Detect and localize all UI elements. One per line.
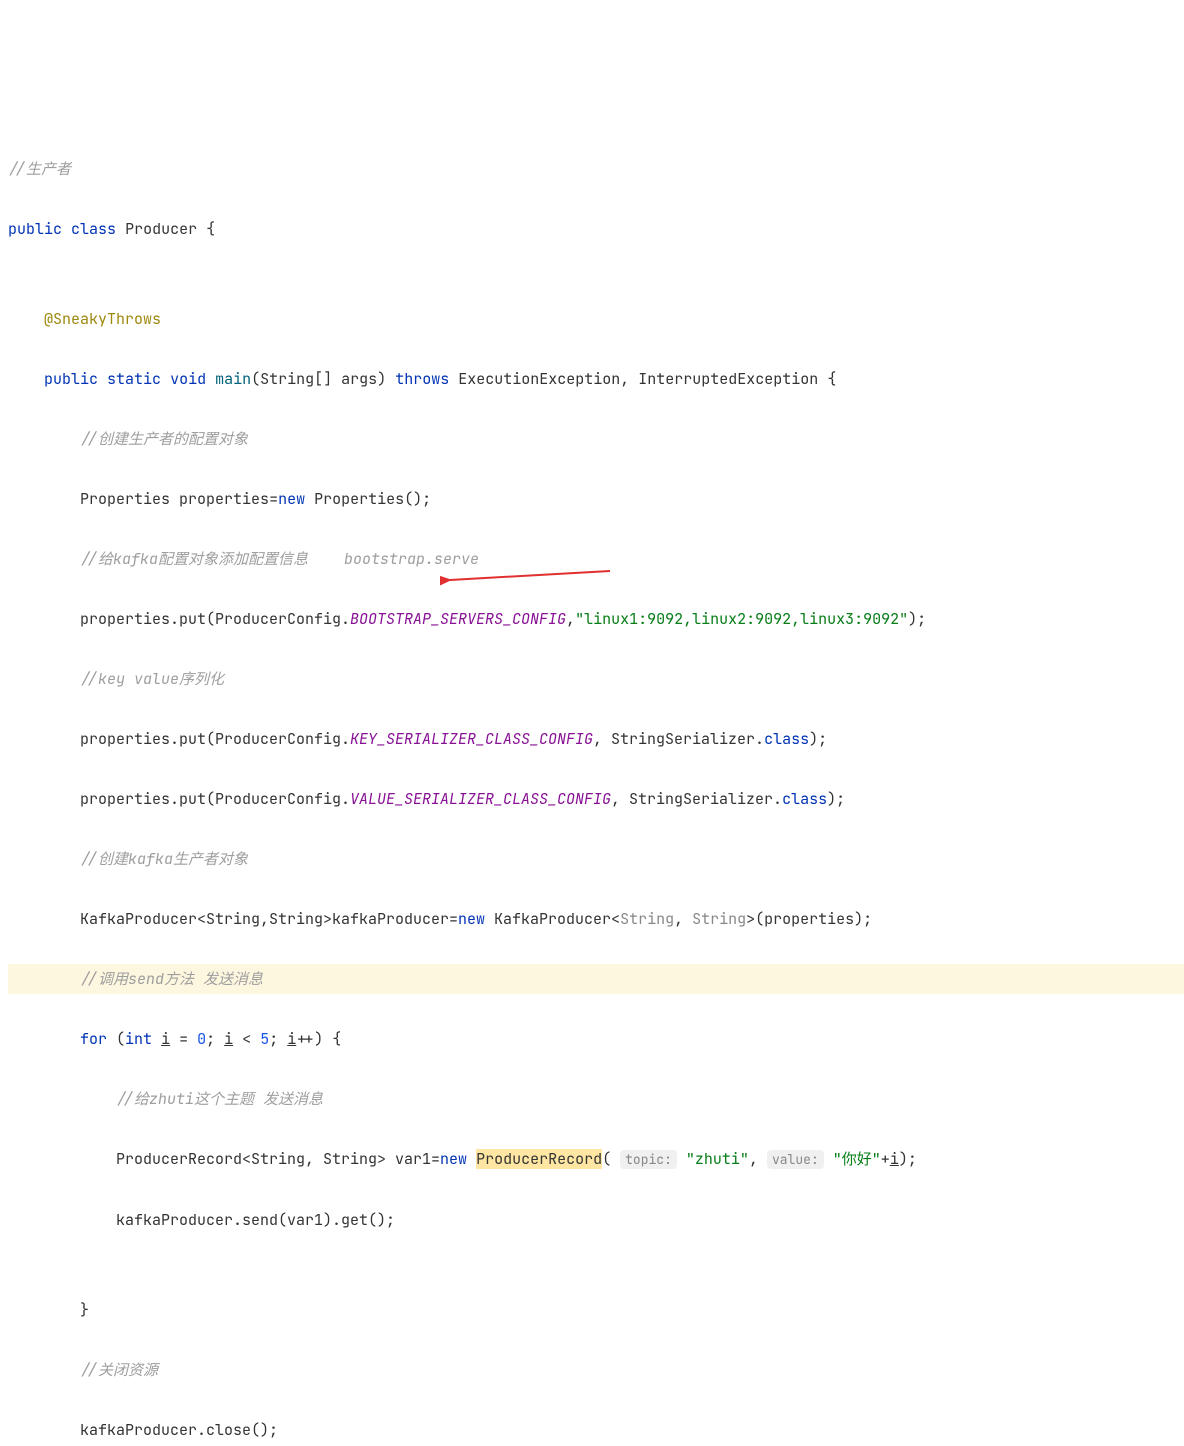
comment-create-producer: //创建kafka生产者对象 xyxy=(80,849,248,869)
close-line: kafkaProducer.close(); xyxy=(80,1420,278,1440)
const-valser: VALUE_SERIALIZER_CLASS_CONFIG xyxy=(350,789,611,809)
kw-public: public xyxy=(8,219,62,239)
str-topic: "zhuti" xyxy=(686,1149,749,1169)
comment-serialize: //key value序列化 xyxy=(80,669,224,689)
highlighted-producer-record: ProducerRecord xyxy=(476,1149,602,1169)
annotation-sneaky: @SneakyThrows xyxy=(44,309,161,329)
comment-topic: //给zhuti这个主题 发送消息 xyxy=(116,1089,323,1109)
comment-create-config: //创建生产者的配置对象 xyxy=(80,429,248,449)
comment-send: //调用send方法 发送消息 xyxy=(80,969,263,989)
kw-class: class xyxy=(71,219,116,239)
code-block: //生产者 public class Producer { @SneakyThr… xyxy=(8,124,1184,1446)
str-servers: "linux1:9092,linux2:9092,linux3:9092" xyxy=(575,609,908,629)
comment-close: //关闭资源 xyxy=(80,1360,158,1380)
const-keyser: KEY_SERIALIZER_CLASS_CONFIG xyxy=(350,729,593,749)
hint-topic: topic: xyxy=(620,1150,677,1169)
kw-for: for xyxy=(80,1029,107,1049)
class-name: Producer xyxy=(125,219,197,239)
const-bootstrap: BOOTSTRAP_SERVERS_CONFIG xyxy=(350,609,566,629)
hint-value: value: xyxy=(767,1150,824,1169)
send-get-line: kafkaProducer.send(var1).get(); xyxy=(116,1210,395,1230)
brace: { xyxy=(206,219,215,239)
comment-bootstrap: //给kafka配置对象添加配置信息 xyxy=(80,549,308,569)
str-value: "你好" xyxy=(833,1149,881,1169)
method-main: main xyxy=(215,369,251,389)
comment-producer: //生产者 xyxy=(8,159,71,179)
